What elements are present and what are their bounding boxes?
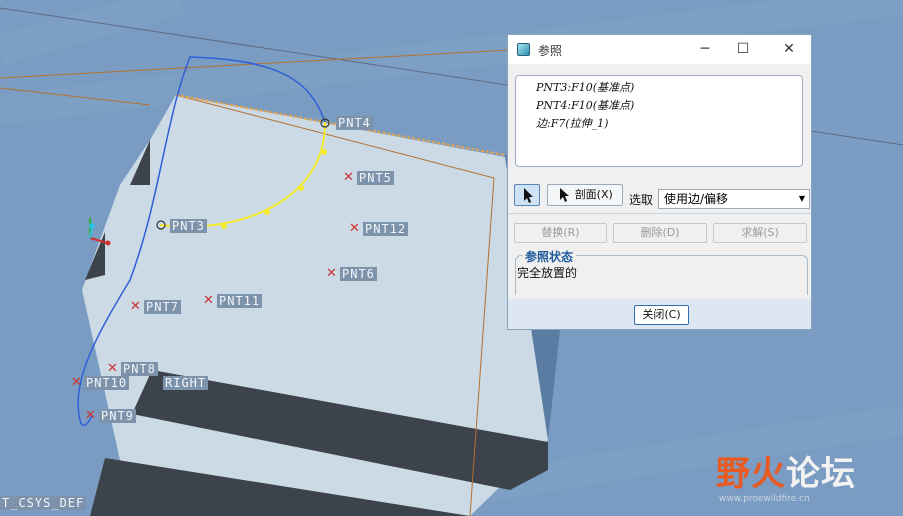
point-label-pnt3[interactable]: PNT3 — [170, 219, 207, 233]
point-label-pnt10[interactable]: PNT10 — [84, 376, 130, 390]
point-label-pnt6[interactable]: PNT6 — [340, 267, 377, 281]
datum-point-icon[interactable]: ✕ — [130, 300, 141, 313]
list-item[interactable]: PNT3:F10(基准点) — [536, 79, 802, 97]
delete-button[interactable]: 删除(D) — [613, 223, 707, 243]
list-item[interactable]: PNT4:F10(基准点) — [536, 97, 802, 115]
maximize-icon[interactable]: ☐ — [731, 38, 755, 60]
mode-select[interactable]: 使用边/偏移 ▼ — [658, 189, 810, 209]
minimize-icon[interactable]: ─ — [693, 38, 717, 60]
point-label-pnt5[interactable]: PNT5 — [357, 171, 394, 185]
point-label-pnt7[interactable]: PNT7 — [144, 300, 181, 314]
divider — [508, 213, 811, 214]
dialog-title: 参照 — [538, 44, 563, 58]
replace-button[interactable]: 替换(R) — [514, 223, 607, 243]
choose-label: 选取 — [629, 193, 654, 207]
datum-point-icon[interactable]: ✕ — [343, 171, 354, 184]
point-label-pnt9[interactable]: PNT9 — [99, 409, 136, 423]
datum-point-icon[interactable]: ✕ — [107, 362, 118, 375]
close-icon[interactable]: ✕ — [777, 38, 801, 60]
datum-point-icon[interactable]: ✕ — [326, 267, 337, 280]
close-button[interactable]: 关闭(C) — [634, 305, 689, 325]
select-arrow-button[interactable] — [514, 184, 540, 206]
datum-point-icon[interactable]: ✕ — [349, 222, 360, 235]
mode-select-value: 使用边/偏移 — [664, 192, 729, 206]
chevron-down-icon: ▼ — [798, 194, 805, 203]
forum-watermark: 野火论坛 www.proewildfire.cn — [716, 446, 896, 506]
point-label-pnt11[interactable]: PNT11 — [217, 294, 263, 308]
list-item[interactable]: 边:F7(拉伸_1) — [536, 115, 802, 133]
point-label-pnt8[interactable]: PNT8 — [121, 362, 158, 376]
cursor-arrow-icon — [524, 188, 533, 203]
watermark-url: www.proewildfire.cn — [719, 494, 810, 504]
dialog-app-icon — [517, 43, 530, 56]
point-label-pnt4[interactable]: PNT4 — [336, 116, 373, 130]
cursor-arrow-icon — [560, 188, 570, 202]
references-dialog: 参照 ─ ☐ ✕ PNT3:F10(基准点) PNT4:F10(基准点) 边:F… — [507, 34, 812, 330]
reference-list[interactable]: PNT3:F10(基准点) PNT4:F10(基准点) 边:F7(拉伸_1) — [515, 75, 803, 167]
datum-point-icon[interactable]: ✕ — [71, 376, 82, 389]
reference-status-text: 完全放置的 — [517, 266, 578, 280]
section-button[interactable]: 剖面(X) — [547, 184, 623, 206]
dialog-titlebar[interactable]: 参照 ─ ☐ ✕ — [508, 35, 811, 64]
watermark-logo: 野火论坛 — [716, 454, 856, 494]
reference-status-title: 参照状态 — [522, 248, 577, 265]
plane-label-right[interactable]: RIGHT — [163, 376, 209, 390]
section-button-label: 剖面(X) — [574, 188, 613, 201]
point-label-pnt12[interactable]: PNT12 — [363, 222, 409, 236]
datum-point-icon[interactable]: ✕ — [85, 409, 96, 422]
solve-button[interactable]: 求解(S) — [713, 223, 807, 243]
datum-point-icon[interactable]: ✕ — [203, 294, 214, 307]
csys-label[interactable]: T_CSYS_DEF — [0, 496, 87, 510]
